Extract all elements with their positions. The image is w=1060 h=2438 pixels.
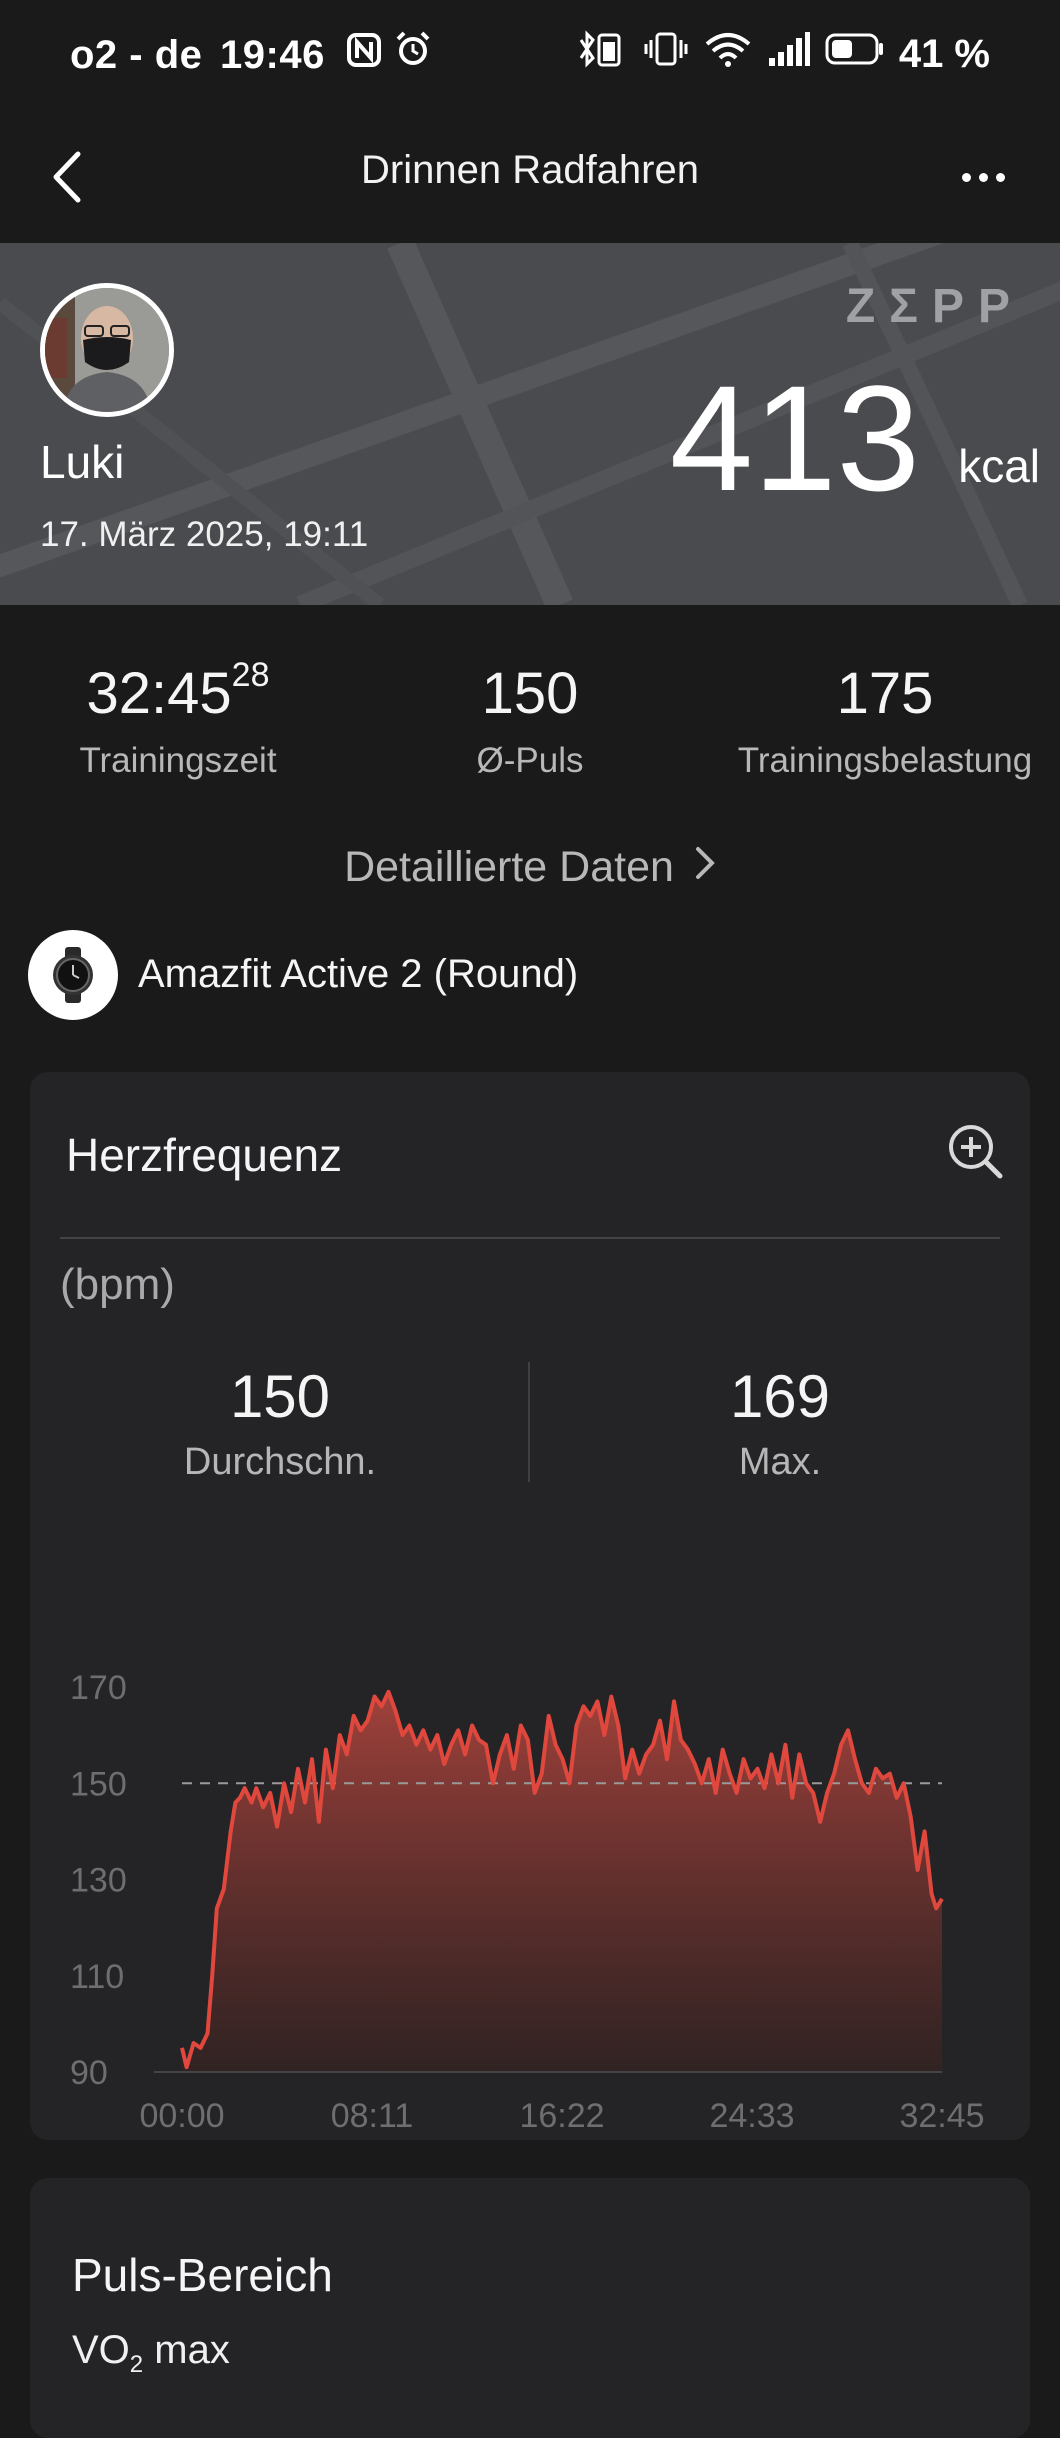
more-icon-dot bbox=[961, 172, 971, 182]
training-time-seconds: 28 bbox=[231, 656, 270, 694]
battery-percent: 41 % bbox=[898, 31, 990, 76]
status-left: o2 - de 19:46 bbox=[70, 30, 432, 78]
training-load-label: Trainingsbelastung bbox=[737, 741, 1033, 780]
avg-pulse-value: 150 bbox=[481, 661, 579, 726]
card-title: Herzfrequenz bbox=[66, 1129, 343, 1181]
training-time-label: Trainingszeit bbox=[79, 741, 277, 780]
y-tick-label: 170 bbox=[70, 1669, 127, 1707]
training-time-value: 32:45 bbox=[86, 661, 232, 726]
stat-training-load: 175 Trainingsbelastung bbox=[720, 660, 1050, 781]
page-title: Drinnen Radfahren bbox=[361, 148, 699, 192]
x-tick-label: 16:22 bbox=[519, 2097, 604, 2135]
chevron-right-icon bbox=[694, 843, 716, 892]
avatar[interactable] bbox=[40, 283, 174, 417]
vibrate-icon bbox=[643, 30, 689, 78]
nfc-icon bbox=[346, 32, 382, 77]
heart-rate-area bbox=[182, 1691, 942, 2072]
more-icon-dot bbox=[995, 172, 1005, 182]
workout-date: 17. März 2025, 19:11 bbox=[40, 515, 369, 554]
avg-hr-value: 150 bbox=[229, 1363, 331, 1430]
vo2-suffix: max bbox=[143, 2328, 230, 2372]
heart-rate-chart: 170 150 130 110 90 00:00 08:11 16:22 24:33 32:45 bbox=[70, 1669, 985, 2135]
training-load-value: 175 bbox=[836, 661, 934, 726]
vo2max-label: VO2 max bbox=[72, 2328, 230, 2379]
brand-logo: ZΣPP bbox=[845, 280, 1024, 333]
avg-hr-label: Durchschn. bbox=[183, 1441, 377, 1483]
zoom-in-icon[interactable] bbox=[946, 1122, 1004, 1180]
user-name: Luki bbox=[40, 436, 125, 488]
battery-icon bbox=[825, 30, 885, 78]
bluetooth-battery-icon bbox=[577, 30, 629, 78]
vo2-prefix: VO bbox=[72, 2328, 130, 2372]
detailed-data-label: Detaillierte Daten bbox=[344, 843, 674, 891]
wifi-icon bbox=[703, 30, 753, 78]
unit-label: (bpm) bbox=[60, 1260, 175, 1309]
vo2-sub: 2 bbox=[129, 2351, 144, 2378]
y-tick-label: 150 bbox=[70, 1765, 127, 1803]
device-name: Amazfit Active 2 (Round) bbox=[138, 952, 579, 996]
stat-avg-pulse: 150 Ø-Puls bbox=[390, 660, 670, 781]
pulse-range-card: Puls-Bereich VO2 max bbox=[30, 2178, 1030, 2438]
avg-pulse-label: Ø-Puls bbox=[476, 741, 584, 780]
status-bar: o2 - de 19:46 41 % bbox=[0, 0, 1060, 120]
divider bbox=[528, 1362, 530, 1482]
calories-value: 413 bbox=[669, 354, 920, 522]
x-tick-label: 32:45 bbox=[899, 2097, 984, 2135]
more-icon-dot bbox=[978, 172, 988, 182]
status-right: 41 % bbox=[577, 30, 990, 78]
heart-rate-card: Herzfrequenz (bpm) 150 Durchschn. 169 Ma… bbox=[30, 1072, 1030, 2140]
calories-unit: kcal bbox=[958, 440, 1040, 492]
card-title: Puls-Bereich bbox=[72, 2249, 333, 2301]
x-tick-label: 24:33 bbox=[709, 2097, 794, 2135]
alarm-icon bbox=[394, 30, 432, 77]
avg-heart-rate: 150 Durchschn. bbox=[80, 1362, 480, 1484]
y-tick-label: 130 bbox=[70, 1862, 127, 1900]
divider bbox=[60, 1237, 1000, 1239]
clock: 19:46 bbox=[220, 33, 325, 77]
y-tick-label: 110 bbox=[70, 1958, 124, 1996]
watch-icon bbox=[28, 930, 118, 1020]
x-tick-label: 08:11 bbox=[331, 2097, 414, 2135]
y-tick-label: 90 bbox=[70, 2054, 108, 2092]
max-hr-label: Max. bbox=[738, 1441, 822, 1483]
top-app-bar: Drinnen Radfahren bbox=[0, 120, 1060, 240]
back-button[interactable] bbox=[42, 142, 102, 212]
workout-banner: Luki 17. März 2025, 19:11 ZΣPP 413 kcal bbox=[0, 243, 1060, 605]
signal-icon bbox=[767, 30, 811, 78]
detailed-data-link[interactable]: Detaillierte Daten bbox=[0, 843, 1060, 892]
more-options-button[interactable] bbox=[948, 142, 1018, 212]
stat-training-time: 32:4528 Trainingszeit bbox=[38, 656, 318, 781]
carrier-label: o2 - de bbox=[70, 33, 203, 77]
max-heart-rate: 169 Max. bbox=[580, 1362, 980, 1484]
x-tick-label: 00:00 bbox=[139, 2097, 224, 2135]
max-hr-value: 169 bbox=[729, 1363, 831, 1430]
